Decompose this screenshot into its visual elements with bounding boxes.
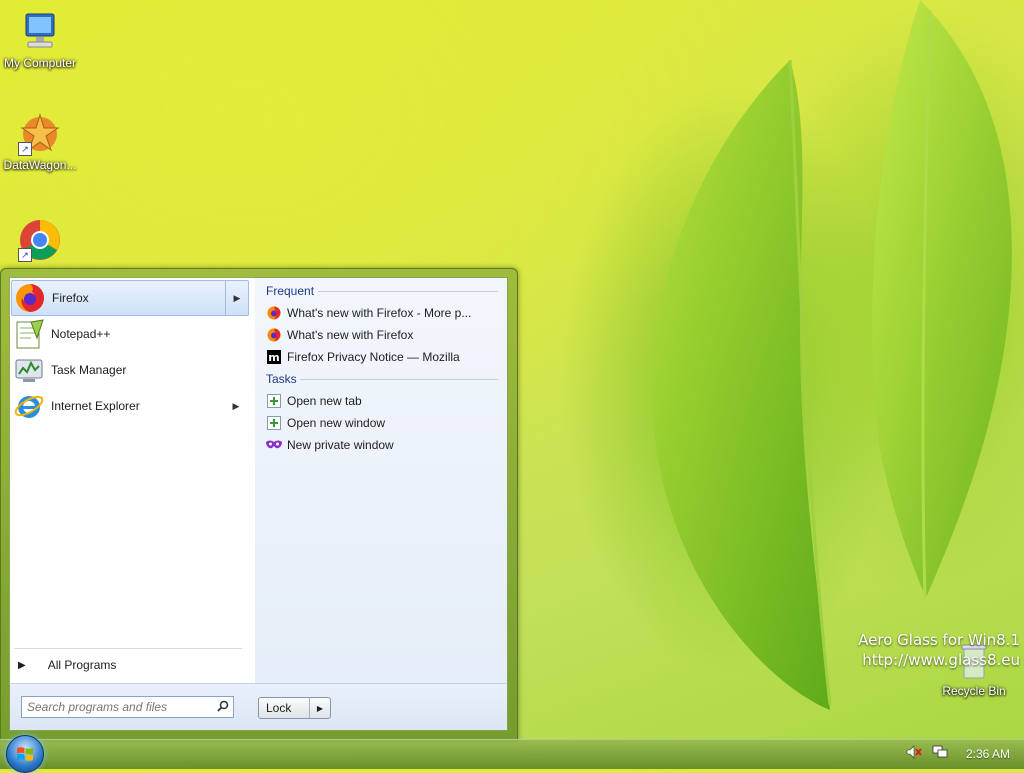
program-label: Internet Explorer <box>51 399 140 413</box>
jump-list-frequent-header: Frequent <box>266 284 315 298</box>
firefox-icon <box>266 327 282 343</box>
network-icon[interactable] <box>932 745 948 762</box>
volume-muted-icon[interactable] <box>906 745 922 762</box>
jump-list-item-label: Firefox Privacy Notice — Mozilla <box>287 350 460 364</box>
submenu-arrow-icon[interactable]: ▶ <box>225 389 247 423</box>
program-label: Firefox <box>52 291 89 305</box>
desktop-icon-label: Recycle Bin <box>942 684 1006 698</box>
jump-list-tasks-header: Tasks <box>266 372 297 386</box>
program-item-task-manager[interactable]: Task Manager <box>11 353 247 387</box>
jump-list-item-label: What's new with Firefox <box>287 328 414 342</box>
program-item-notepadpp[interactable]: Notepad++ <box>11 317 247 351</box>
frequent-header-rule <box>318 291 498 292</box>
shortcut-arrow-icon: ↗ <box>18 142 32 156</box>
clock[interactable]: 2:36 AM <box>966 747 1010 761</box>
jump-list-task[interactable]: Open new tab <box>266 391 362 411</box>
system-tray: 2:36 AM <box>906 739 1016 768</box>
search-input[interactable] <box>22 697 213 717</box>
program-label: Task Manager <box>51 363 127 377</box>
jump-list-item[interactable]: m Firefox Privacy Notice — Mozilla <box>266 347 460 367</box>
jump-list-item[interactable]: What's new with Firefox <box>266 325 413 345</box>
all-programs-button[interactable]: ▶ All Programs <box>14 654 246 676</box>
computer-icon <box>18 10 62 54</box>
taskbar <box>0 739 1024 769</box>
jump-list-task-label: New private window <box>287 438 394 452</box>
new-tab-icon <box>266 393 282 409</box>
firefox-icon <box>266 305 282 321</box>
task-manager-icon <box>13 354 45 386</box>
desktop-icon-label: My Computer <box>3 56 77 70</box>
desktop-icon-datawagon[interactable]: ↗ DataWagon... <box>0 112 80 172</box>
jump-list-item-label: What's new with Firefox - More p... <box>287 306 472 320</box>
lock-button[interactable]: Lock ▶ <box>258 697 331 719</box>
aero-glass-watermark: Aero Glass for Win8.1 http://www.glass8.… <box>858 630 1020 670</box>
windows-logo-icon <box>17 747 33 761</box>
mozilla-icon: m <box>266 349 282 365</box>
program-item-internet-explorer[interactable]: Internet Explorer ▶ <box>11 389 247 423</box>
chrome-icon: ↗ <box>18 218 62 262</box>
all-programs-label: All Programs <box>47 658 117 672</box>
svg-text:m: m <box>268 351 279 364</box>
jump-list-task-label: Open new tab <box>287 394 362 408</box>
firefox-icon <box>14 282 46 314</box>
internet-explorer-icon <box>13 390 45 422</box>
jump-list-task[interactable]: Open new window <box>266 413 385 433</box>
desktop-icon-chrome[interactable]: ↗ <box>0 218 80 264</box>
jump-list-item[interactable]: What's new with Firefox - More p... <box>266 303 471 323</box>
jump-list-task-label: Open new window <box>287 416 386 430</box>
lock-options-arrow-icon[interactable]: ▶ <box>309 698 330 718</box>
submenu-arrow-icon[interactable]: ▶ <box>225 281 248 315</box>
desktop-icon-my-computer[interactable]: My Computer <box>0 10 80 70</box>
private-window-icon <box>266 437 282 453</box>
program-item-firefox[interactable]: Firefox ▶ <box>11 280 249 316</box>
search-icon[interactable] <box>213 700 233 715</box>
desktop-icon-label: DataWagon... <box>3 158 77 172</box>
start-button[interactable] <box>6 735 44 773</box>
tasks-header-rule <box>300 379 498 380</box>
new-window-icon <box>266 415 282 431</box>
shortcut-arrow-icon: ↗ <box>18 248 32 262</box>
search-box[interactable] <box>21 696 234 718</box>
lock-label: Lock <box>266 701 292 715</box>
watermark-title: Aero Glass for Win8.1 <box>858 631 1020 649</box>
all-programs-separator <box>14 648 242 649</box>
notepadpp-icon <box>13 318 45 350</box>
datawagon-icon: ↗ <box>18 112 62 156</box>
jump-list-task[interactable]: New private window <box>266 435 394 455</box>
program-label: Notepad++ <box>51 327 111 341</box>
watermark-url: http://www.glass8.eu <box>862 651 1020 669</box>
expand-arrow-icon: ▶ <box>18 659 26 671</box>
